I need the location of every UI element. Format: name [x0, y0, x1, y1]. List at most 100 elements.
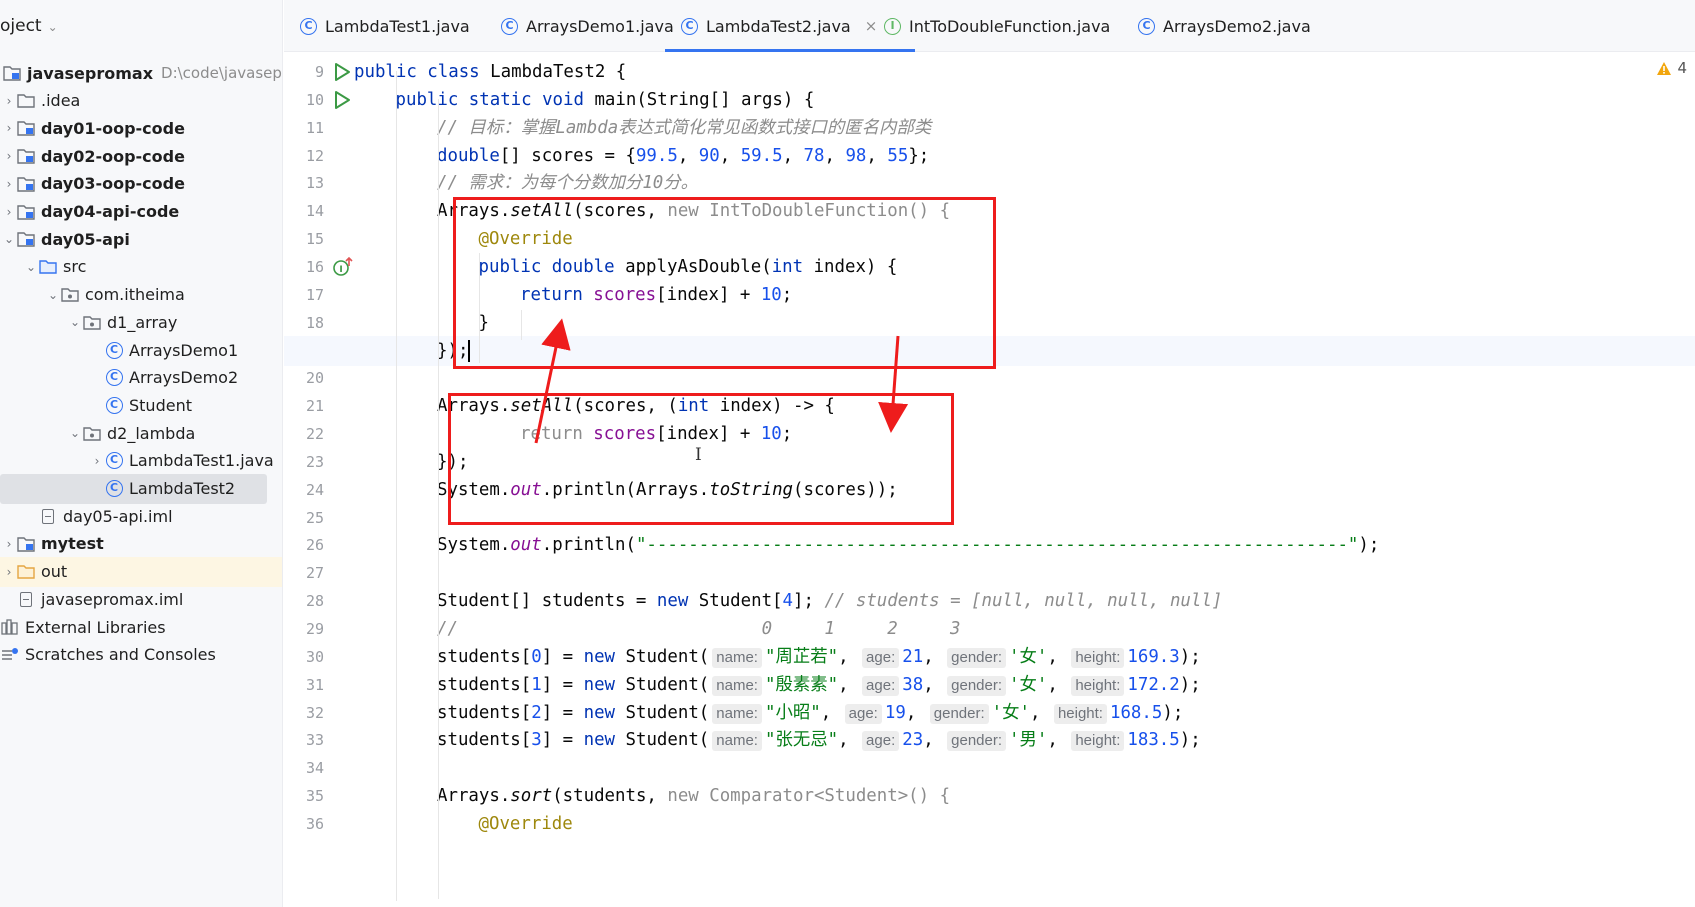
tree-item-day04-api-code[interactable]: › day04-api-code: [0, 197, 282, 227]
interface-icon: I: [884, 17, 901, 35]
project-tool-window: oject ⌄ javasepromax D:\code\javasepr › .ide…: [0, 0, 283, 907]
tree-item-label: out: [41, 562, 68, 582]
libraries-icon: [0, 618, 20, 636]
tree-item-label: Scratches and Consoles: [25, 645, 216, 665]
arrow-up: [534, 318, 571, 444]
iml-icon: [38, 507, 58, 525]
class-icon: C: [104, 369, 124, 387]
chevron-right-icon[interactable]: ›: [2, 537, 16, 551]
module-icon: [16, 535, 36, 553]
tab-label: IntToDoubleFunction.java: [909, 16, 1111, 36]
tree-item-com-itheima[interactable]: ⌄ com.itheima: [0, 280, 282, 310]
chevron-right-icon[interactable]: ›: [2, 205, 16, 219]
tree-item-mytest[interactable]: › mytest: [0, 529, 282, 559]
tree-item-src[interactable]: ⌄ src: [0, 252, 282, 282]
close-icon[interactable]: ×: [865, 17, 878, 35]
folder-icon: [16, 92, 36, 110]
chevron-down-icon[interactable]: ⌄: [24, 260, 38, 274]
tree-item--idea[interactable]: › .idea: [0, 86, 282, 116]
module-icon: [16, 147, 36, 165]
tree-item-label: day01-oop-code: [41, 118, 185, 138]
tree-item-label: ArraysDemo2: [129, 368, 239, 388]
tab-arraysdemo2-java[interactable]: C ArraysDemo2.java: [1138, 0, 1311, 52]
class-icon: C: [104, 480, 124, 498]
class-icon: C: [104, 396, 124, 414]
chevron-right-icon[interactable]: ›: [2, 149, 16, 163]
orange-folder-icon: [16, 563, 36, 581]
project-header-title: oject: [0, 16, 42, 36]
module-icon: [16, 175, 36, 193]
source-folder-icon: [38, 258, 58, 276]
tree-item-day05-api[interactable]: ⌄ day05-api: [0, 224, 282, 254]
tree-item-day05-api-iml[interactable]: day05-api.iml: [0, 501, 282, 531]
tree-item-day03-oop-code[interactable]: › day03-oop-code: [0, 169, 282, 199]
tree-item-label: javasepromax.iml: [41, 589, 184, 609]
project-header[interactable]: oject ⌄: [0, 0, 282, 52]
package-icon: [82, 424, 102, 442]
chevron-right-icon[interactable]: ›: [2, 177, 16, 191]
tree-item-scratches-and-consoles[interactable]: Scratches and Consoles: [0, 640, 282, 670]
editor-tabs: C LambdaTest1.java C ArraysDemo1.java C Lambd…: [284, 0, 1695, 52]
chevron-down-icon[interactable]: ⌄: [2, 232, 16, 246]
tree-item-label: day05-api.iml: [63, 506, 173, 526]
tree-item-label: day02-oop-code: [41, 146, 185, 166]
tree-item-label: src: [63, 257, 87, 277]
tree-item-javasepromax-iml[interactable]: javasepromax.iml: [0, 584, 282, 614]
class-icon: C: [681, 17, 698, 35]
tab-lambdatest1-java[interactable]: C LambdaTest1.java: [300, 0, 470, 52]
tree-item-day01-oop-code[interactable]: › day01-oop-code: [0, 113, 282, 143]
tree-item-label: javasepromax: [27, 63, 154, 83]
tab-label: LambdaTest2.java: [706, 16, 851, 36]
tab-label: ArraysDemo2.java: [1163, 16, 1311, 36]
tree-item-label: com.itheima: [85, 285, 185, 305]
class-icon: C: [1138, 17, 1155, 35]
arrow-down: [878, 335, 909, 433]
tree-item-label: Student: [129, 395, 192, 415]
module-path-hint: D:\code\javasepr: [161, 64, 283, 82]
tab-inttodoublefunction-java[interactable]: I IntToDoubleFunction.java: [884, 0, 1110, 52]
module-icon: [16, 119, 36, 137]
chevron-down-icon[interactable]: ⌄: [46, 288, 60, 302]
class-icon: C: [300, 17, 317, 35]
tree-item-label: External Libraries: [25, 617, 166, 637]
tree-item-d2-lambda[interactable]: ⌄ d2_lambda: [0, 418, 282, 448]
tree-item-label: day04-api-code: [41, 202, 180, 221]
tree-item-lambdatest2[interactable]: C LambdaTest2: [0, 473, 267, 504]
tree-item-day02-oop-code[interactable]: › day02-oop-code: [0, 141, 282, 171]
chevron-right-icon[interactable]: ›: [2, 121, 16, 135]
tree-item-student[interactable]: C Student: [0, 390, 282, 420]
text-cursor-icon: I: [695, 445, 702, 465]
tree-item-external-libraries[interactable]: External Libraries: [0, 612, 282, 642]
module-icon: [16, 230, 36, 248]
tree-item-javasepromax[interactable]: javasepromax D:\code\javasepr: [0, 58, 283, 88]
chevron-right-icon[interactable]: ›: [90, 454, 104, 468]
chevron-down-icon[interactable]: ⌄: [68, 315, 82, 329]
chevron-down-icon[interactable]: ⌄: [68, 426, 82, 440]
tree-item-label: ArraysDemo1: [129, 340, 239, 360]
tree-item-label: d1_array: [107, 312, 178, 332]
chevron-right-icon[interactable]: ›: [2, 94, 16, 108]
module-icon: [2, 64, 22, 82]
tree-item-label: .idea: [41, 91, 81, 111]
tab-arraysdemo1-java[interactable]: C ArraysDemo1.java: [501, 0, 674, 52]
scratches-icon: [0, 646, 20, 664]
package-icon: [82, 313, 102, 331]
class-icon: C: [104, 341, 124, 359]
iml-icon: [16, 590, 36, 608]
tree-item-arraysdemo1[interactable]: C ArraysDemo1: [0, 335, 282, 365]
tree-item-label: day03-oop-code: [41, 174, 185, 194]
tree-item-label: mytest: [41, 534, 104, 554]
chevron-down-icon: ⌄: [47, 20, 58, 34]
chevron-right-icon[interactable]: ›: [2, 565, 16, 579]
tab-label: ArraysDemo1.java: [526, 16, 674, 36]
tree-item-label: LambdaTest1.java: [129, 451, 274, 471]
code-editor[interactable]: 4 910111213141516I1718192021222324252627…: [284, 53, 1695, 907]
module-icon: [16, 203, 36, 221]
tree-item-label: d2_lambda: [107, 423, 196, 443]
tree-item-label: LambdaTest2: [129, 479, 236, 498]
tab-lambdatest2-java[interactable]: C LambdaTest2.java ×: [664, 0, 916, 52]
tree-item-out[interactable]: › out: [0, 556, 282, 587]
tree-item-d1-array[interactable]: ⌄ d1_array: [0, 307, 282, 337]
tree-item-lambdatest1-java[interactable]: › C LambdaTest1.java: [0, 446, 282, 476]
tree-item-arraysdemo2[interactable]: C ArraysDemo2: [0, 363, 282, 393]
